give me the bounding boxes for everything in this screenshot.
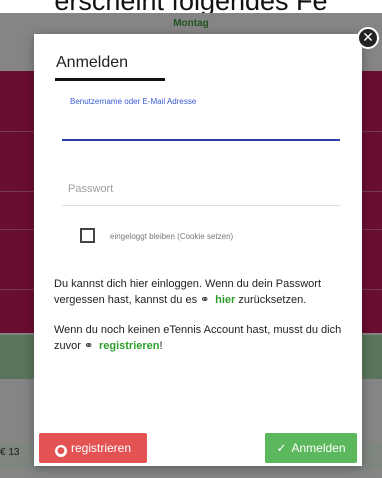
login-info-suffix: zurücksetzen.: [238, 294, 307, 306]
username-label: Benutzername oder E-Mail Adresse: [70, 97, 197, 106]
remember-checkbox[interactable]: [80, 228, 95, 243]
register-button[interactable]: ● registrieren: [39, 433, 147, 463]
login-dialog: Anmelden Benutzername oder E-Mail Adress…: [34, 34, 362, 466]
screenshot: erscheint folgendes Fe Montag € 13 Anmel…: [0, 0, 382, 478]
remember-label: eingeloggt bleiben (Cookie setzen): [110, 232, 234, 241]
title-underline: [55, 78, 165, 81]
user-circle-icon: ●: [54, 445, 67, 457]
password-reset-link[interactable]: hier: [215, 294, 235, 306]
login-button[interactable]: ✓ Anmelden: [265, 433, 357, 463]
register-button-label: registrieren: [70, 441, 132, 455]
dialog-title: Anmelden: [56, 54, 129, 71]
username-input[interactable]: [62, 107, 340, 141]
register-info-suffix: !: [159, 340, 163, 352]
login-info-text: Du kannst dich hier einloggen. Wenn du d…: [54, 276, 354, 308]
password-input[interactable]: [62, 172, 340, 206]
link-icon: ⚭: [83, 339, 94, 352]
register-info-text: Wenn du noch keinen eTennis Account hast…: [54, 322, 354, 354]
link-icon: ⚭: [200, 293, 210, 306]
checkmark-icon: ✓: [276, 441, 287, 455]
close-icon[interactable]: ✕: [357, 27, 379, 49]
register-link[interactable]: registrieren: [99, 340, 160, 352]
login-button-label: Anmelden: [291, 441, 346, 455]
